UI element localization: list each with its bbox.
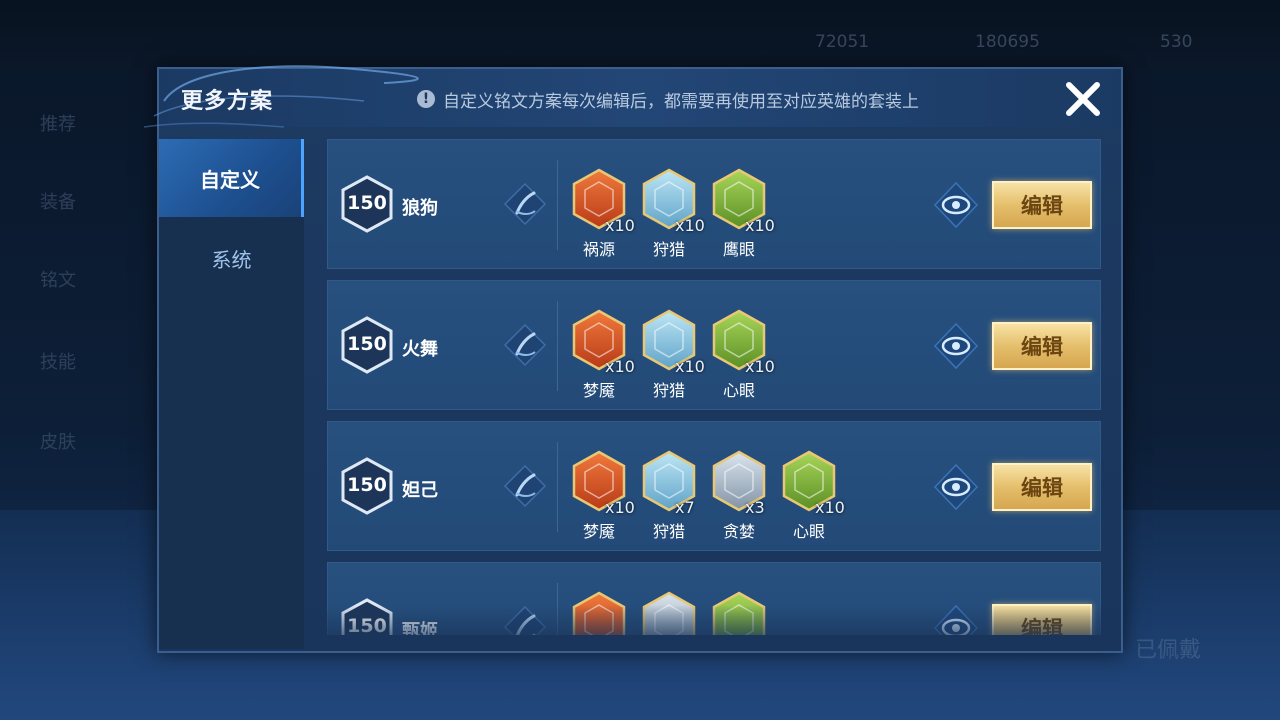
rune-name: 狩猎 [652, 381, 685, 400]
quill-icon [503, 605, 547, 635]
bg-left-item-0: 推荐 [40, 114, 76, 135]
rune-name: 梦魇 [582, 381, 615, 400]
row-divider [557, 160, 558, 250]
rename-button[interactable] [502, 463, 548, 509]
plan-name: 火舞 [402, 339, 438, 360]
notice-text: 自定义铭文方案每次编辑后，都需要再使用至对应英雄的套装上 [443, 91, 919, 112]
rune-slot[interactable] [711, 591, 781, 635]
close-icon [1066, 82, 1100, 116]
rename-button[interactable] [502, 322, 548, 368]
rune-slot[interactable]: x10 鹰眼 [711, 168, 781, 259]
rune-name: 狩猎 [652, 522, 685, 541]
quill-icon [503, 182, 547, 226]
rune-green-icon [712, 591, 766, 635]
rune-count: x10 [815, 498, 845, 517]
row-divider [557, 442, 558, 532]
plan-row[interactable]: 150 狼狗 x10 祸源 x10 狩猎 x10 鹰眼 编辑 [327, 139, 1101, 269]
plan-level: 150 [347, 615, 387, 635]
plan-level: 150 [347, 192, 387, 214]
rune-slot[interactable]: x10 心眼 [781, 450, 851, 541]
row-divider [557, 301, 558, 391]
info-icon: ! [417, 90, 435, 108]
rune-name: 祸源 [582, 240, 615, 259]
rune-count: x10 [675, 357, 705, 376]
plan-row[interactable]: 150 甄姬 编辑 [327, 562, 1101, 635]
plan-row[interactable]: 150 火舞 x10 梦魇 x10 狩猎 x10 心眼 编辑 [327, 280, 1101, 410]
dialog-title: 更多方案 [181, 89, 274, 114]
bg-left-item-2: 铭文 [40, 270, 76, 291]
preview-button[interactable] [932, 180, 980, 230]
eye-icon [933, 322, 979, 370]
edit-button[interactable]: 编辑 [992, 604, 1092, 635]
bg-left-item-4: 皮肤 [40, 432, 76, 453]
category-sidebar: 自定义 系统 [159, 139, 304, 649]
preview-button[interactable] [932, 603, 980, 635]
rename-button[interactable] [502, 604, 548, 635]
rune-count: x10 [605, 498, 635, 517]
plan-level: 150 [347, 474, 387, 496]
rune-count: x3 [745, 498, 765, 517]
more-plans-dialog: 更多方案 ! 自定义铭文方案每次编辑后，都需要再使用至对应英雄的套装上 自定义 … [143, 65, 1123, 653]
plan-row[interactable]: 150 妲己 x10 梦魇 x7 狩猎 x3 贪婪 x10 心眼 编辑 [327, 421, 1101, 551]
bg-coupon-count: 180695 [975, 32, 1040, 52]
bg-diamond-count: 530 [1160, 32, 1193, 52]
bg-left-item-1: 装备 [40, 192, 76, 213]
plan-level: 150 [347, 333, 387, 355]
plan-list[interactable]: 150 狼狗 x10 祸源 x10 狩猎 x10 鹰眼 编辑 150 火舞 x10 梦魇 x10 狩猎 x10… [327, 139, 1103, 635]
eye-icon [933, 463, 979, 511]
edit-button[interactable]: 编辑 [992, 463, 1092, 511]
rune-name: 鹰眼 [722, 240, 755, 259]
bg-left-item-3: 技能 [40, 352, 76, 373]
rune-name: 心眼 [722, 381, 755, 400]
rune-slot[interactable] [571, 591, 641, 635]
rune-count: x10 [605, 357, 635, 376]
close-button[interactable] [1061, 77, 1105, 121]
rune-slot[interactable]: x10 心眼 [711, 309, 781, 400]
edit-button[interactable]: 编辑 [992, 322, 1092, 370]
rename-button[interactable] [502, 181, 548, 227]
rune-name: 贪婪 [722, 522, 755, 541]
quill-icon [503, 464, 547, 508]
plan-name: 狼狗 [402, 198, 438, 219]
rune-count: x7 [675, 498, 695, 517]
rune-silver-icon [642, 591, 696, 635]
rune-red-icon [572, 591, 626, 635]
preview-button[interactable] [932, 462, 980, 512]
bg-equipped-label: 已佩戴 [1135, 638, 1202, 663]
edit-button[interactable]: 编辑 [992, 181, 1092, 229]
rune-name: 梦魇 [582, 522, 615, 541]
plan-name: 甄姬 [402, 621, 438, 635]
rune-name: 狩猎 [652, 240, 685, 259]
row-divider [557, 583, 558, 635]
top-resource-bar [0, 0, 1280, 70]
tab-system[interactable]: 系统 [159, 219, 304, 297]
bg-gold-count: 72051 [815, 32, 870, 52]
plan-name: 妲己 [402, 480, 438, 501]
rune-count: x10 [745, 216, 775, 235]
swirl-decoration-icon [143, 65, 419, 128]
tab-custom[interactable]: 自定义 [159, 139, 304, 217]
rune-count: x10 [605, 216, 635, 235]
preview-button[interactable] [932, 321, 980, 371]
rune-count: x10 [675, 216, 705, 235]
eye-icon [933, 181, 979, 229]
rune-name: 心眼 [792, 522, 825, 541]
rune-slot[interactable] [641, 591, 711, 635]
notice-message: ! 自定义铭文方案每次编辑后，都需要再使用至对应英雄的套装上 [417, 87, 919, 112]
eye-icon [933, 604, 979, 635]
quill-icon [503, 323, 547, 367]
rune-count: x10 [745, 357, 775, 376]
